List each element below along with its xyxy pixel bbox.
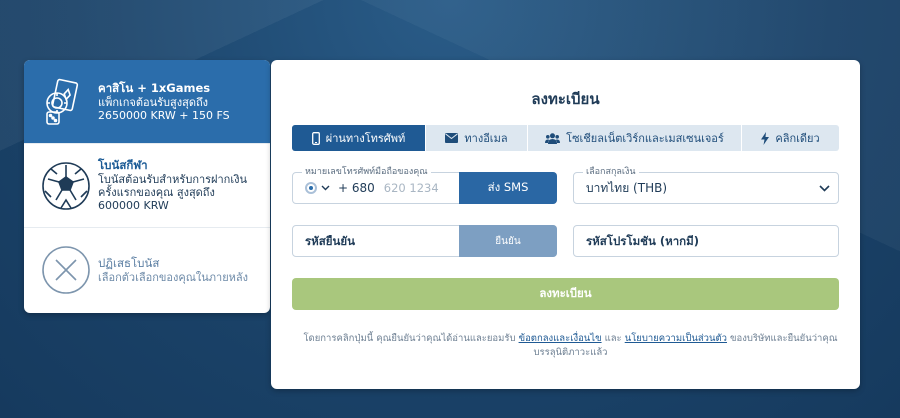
- page-title: ลงทะเบียน: [531, 90, 600, 108]
- register-button[interactable]: ลงทะเบียน: [292, 278, 839, 310]
- tab-label: ผ่านทางโทรศัพท์: [325, 132, 406, 145]
- currency-value: บาทไทย (THB): [586, 180, 668, 195]
- registration-card: ลงทะเบียน ผ่านทางโทรศัพท์ ทางอีเมล โซเชี…: [271, 60, 860, 389]
- chevron-down-icon: [819, 184, 830, 192]
- chevron-down-icon[interactable]: [321, 185, 330, 191]
- bonus-desc: แพ็กเกจต้อนรับสูงสุดถึง 2650000 KRW + 15…: [98, 95, 230, 122]
- registration-tabs: ผ่านทางโทรศัพท์ ทางอีเมล โซเชียลเน็ตเวิร…: [292, 125, 839, 151]
- terms-link[interactable]: ข้อตกลงและเงื่อนไข: [519, 333, 602, 344]
- tab-label: ทางอีเมล: [464, 132, 508, 145]
- phone-icon: [311, 131, 320, 145]
- terms-prefix: โดยการคลิกปุ่มนี้ คุณยืนยันว่าคุณได้อ่าน…: [303, 333, 516, 344]
- envelope-icon: [445, 133, 459, 143]
- terms-text: โดยการคลิกปุ่มนี้ คุณยืนยันว่าคุณได้อ่าน…: [301, 332, 840, 360]
- casino-icon: [40, 76, 92, 128]
- bonus-panel: คาสิโน + 1xGames แพ็กเกจต้อนรับสูงสุดถึง…: [24, 60, 270, 313]
- phone-label: หมายเลขโทรศัพท์มือถือของคุณ: [302, 166, 431, 178]
- confirmation-code-field: ยืนยัน: [292, 225, 557, 257]
- country-flag-icon[interactable]: [305, 182, 317, 194]
- bolt-icon: [761, 131, 770, 145]
- tab-phone[interactable]: ผ่านทางโทรศัพท์: [292, 125, 426, 151]
- bonus-item-reject[interactable]: ปฏิเสธโบนัส เลือกตัวเลือกของคุณในภายหลัง: [24, 228, 270, 312]
- bonus-title: คาสิโน + 1xGames: [98, 80, 211, 95]
- currency-label: เลือกสกุลเงิน: [583, 166, 639, 178]
- promo-code-input[interactable]: [586, 234, 838, 248]
- tab-label: โซเชียลเน็ตเวิร์กและเมสเซนเจอร์: [566, 132, 724, 145]
- terms-and: และ: [604, 333, 622, 344]
- tab-label: คลิกเดียว: [775, 132, 820, 145]
- soccer-ball-icon: [40, 160, 92, 212]
- currency-select[interactable]: เลือกสกุลเงิน บาทไทย (THB): [573, 166, 839, 204]
- bonus-desc: เลือกตัวเลือกของคุณในภายหลัง: [98, 270, 249, 284]
- tab-one-click[interactable]: คลิกเดียว: [742, 125, 839, 151]
- users-icon: [545, 132, 561, 144]
- phone-prefix: + 680: [338, 181, 375, 195]
- bonus-title: ปฏิเสธโบนัส: [98, 255, 160, 270]
- phone-field: หมายเลขโทรศัพท์มือถือของคุณ + 680 ส่ง SM…: [292, 166, 557, 204]
- promo-code-field: [573, 225, 839, 257]
- bonus-title: โบนัสกีฬา: [98, 158, 148, 172]
- bonus-desc: โบนัสต้อนรับสำหรับการฝากเงินครั้งแรกของค…: [98, 173, 247, 212]
- send-sms-button[interactable]: ส่ง SMS: [459, 172, 557, 204]
- bonus-item-casino[interactable]: คาสิโน + 1xGames แพ็กเกจต้อนรับสูงสุดถึง…: [24, 60, 270, 144]
- close-circle-icon: [40, 244, 92, 296]
- tab-email[interactable]: ทางอีเมล: [426, 125, 528, 151]
- confirm-button[interactable]: ยืนยัน: [459, 225, 557, 257]
- tab-social[interactable]: โซเชียลเน็ตเวิร์กและเมสเซนเจอร์: [528, 125, 742, 151]
- bonus-item-sports[interactable]: โบนัสกีฬา โบนัสต้อนรับสำหรับการฝากเงินคร…: [24, 144, 270, 228]
- privacy-link[interactable]: นโยบายความเป็นส่วนตัว: [625, 333, 727, 344]
